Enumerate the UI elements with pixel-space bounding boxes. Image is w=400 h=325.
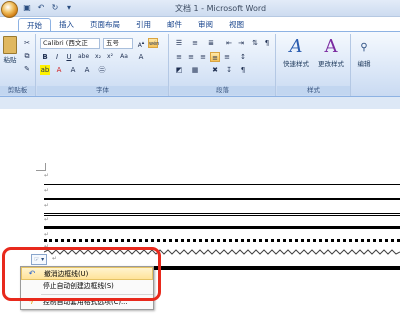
quick-styles-icon: A bbox=[289, 36, 303, 57]
italic-button[interactable]: I bbox=[52, 52, 62, 62]
quick-styles-button[interactable]: A 快速样式 bbox=[279, 36, 313, 68]
clipboard-group: 粘贴 ✂ ⧉ ✎ 剪贴板 bbox=[0, 34, 36, 96]
underline-button[interactable]: U bbox=[64, 52, 74, 62]
numbering-icon[interactable]: ≡ bbox=[190, 38, 200, 48]
window-title: 文档 1 - Microsoft Word bbox=[175, 4, 267, 13]
change-styles-button[interactable]: A 更改样式 bbox=[314, 36, 348, 68]
strikethrough-icon[interactable]: abe bbox=[78, 52, 89, 62]
show-marks-icon[interactable]: ¶ bbox=[262, 38, 272, 48]
phonetic-guide-button[interactable]: wén bbox=[148, 38, 159, 48]
superscript-icon[interactable]: x² bbox=[105, 52, 115, 62]
tab-view[interactable]: 视图 bbox=[221, 18, 252, 32]
border-line-heavy bbox=[44, 226, 400, 229]
paragraph-mark: ↵ bbox=[44, 216, 50, 223]
binoculars-icon: ⚲ bbox=[360, 42, 368, 53]
paragraph-mark: ↵ bbox=[44, 187, 50, 194]
font-size-select[interactable]: 五号 bbox=[103, 38, 133, 49]
clipboard-group-label: 剪贴板 bbox=[0, 86, 35, 95]
increase-indent-icon[interactable]: ⇥ bbox=[236, 38, 246, 48]
font-color-icon[interactable]: A bbox=[54, 65, 64, 75]
customize-qat-icon[interactable]: ▾ bbox=[64, 3, 74, 13]
paragraph-group-label: 段落 bbox=[170, 86, 275, 95]
tab-home[interactable]: 开始 bbox=[18, 18, 51, 32]
align-center-icon[interactable]: ≡ bbox=[186, 52, 196, 62]
format-painter-icon[interactable]: ✎ bbox=[22, 64, 32, 74]
justify-button[interactable]: ≡ bbox=[210, 52, 220, 62]
border-line-thin bbox=[44, 184, 400, 185]
paragraph-mark: ↵ bbox=[44, 231, 50, 238]
borders-icon[interactable]: ▦ bbox=[190, 65, 200, 75]
decrease-indent-icon[interactable]: ⇤ bbox=[224, 38, 234, 48]
tab-references[interactable]: 引用 bbox=[128, 18, 159, 32]
font-group-label: 字体 bbox=[37, 86, 168, 95]
styles-group: A 快速样式 A 更改样式 样式 bbox=[277, 34, 351, 96]
paragraph-mark: ↵ bbox=[44, 172, 50, 179]
paragraph-group: ☰ ≡ ≣ ⇤ ⇥ ⇅ ¶ ≡ ≡ ≡ ≡ ≡ ↕ ◩ ▦ ✖ ↧ ¶ 段落 bbox=[170, 34, 276, 96]
quick-access-toolbar: ▣ ↶ ↻ ▾ bbox=[22, 3, 74, 13]
char-shading-icon[interactable]: A bbox=[68, 65, 78, 75]
paragraph-marks-icon[interactable]: ¶ bbox=[238, 65, 248, 75]
cut-icon[interactable]: ✂ bbox=[22, 38, 32, 48]
highlight-color-icon[interactable]: ab bbox=[40, 65, 50, 75]
highlight-annotation-box bbox=[2, 247, 161, 301]
page-corner-mark bbox=[36, 163, 46, 171]
change-case-icon[interactable]: Aa bbox=[119, 52, 129, 62]
editing-group: ⚲ 编辑 bbox=[352, 34, 376, 96]
tab-insert[interactable]: 插入 bbox=[51, 18, 82, 32]
subscript-icon[interactable]: x₂ bbox=[93, 52, 103, 62]
ribbon-tabs: 开始 插入 页面布局 引用 邮件 审阅 视图 bbox=[18, 18, 252, 32]
undo-icon[interactable]: ↶ bbox=[36, 3, 46, 13]
change-styles-icon: A bbox=[324, 36, 338, 57]
align-left-icon[interactable]: ≡ bbox=[174, 52, 184, 62]
copy-icon[interactable]: ⧉ bbox=[22, 51, 32, 61]
distributed-icon[interactable]: ≡ bbox=[222, 52, 232, 62]
font-name-select[interactable]: Calibri (西文正 bbox=[40, 38, 100, 49]
grow-font-icon[interactable]: A▴ bbox=[136, 38, 146, 49]
office-button[interactable] bbox=[1, 1, 18, 18]
bullets-icon[interactable]: ☰ bbox=[174, 38, 184, 48]
paragraph-mark: ↵ bbox=[44, 202, 50, 209]
tab-review[interactable]: 审阅 bbox=[190, 18, 221, 32]
save-icon[interactable]: ▣ bbox=[22, 3, 32, 13]
chinese-layout-icon[interactable]: ✖ bbox=[210, 65, 220, 75]
border-line-dotted bbox=[44, 239, 400, 242]
font-group: Calibri (西文正 五号 A▴ wén B I U abe x₂ x² A… bbox=[37, 34, 169, 96]
border-line-new bbox=[154, 266, 400, 270]
ribbon: 粘贴 ✂ ⧉ ✎ 剪贴板 Calibri (西文正 五号 A▴ wén B I … bbox=[0, 31, 400, 97]
paste-icon bbox=[3, 36, 17, 54]
ruler-area bbox=[0, 97, 400, 109]
editing-button[interactable]: ⚲ 编辑 bbox=[353, 38, 375, 68]
sort-icon[interactable]: ⇅ bbox=[250, 38, 260, 48]
multilevel-list-icon[interactable]: ≣ bbox=[206, 38, 216, 48]
tab-page-layout[interactable]: 页面布局 bbox=[82, 18, 128, 32]
sort-ascending-icon[interactable]: ↧ bbox=[224, 65, 234, 75]
align-right-icon[interactable]: ≡ bbox=[198, 52, 208, 62]
shading-icon[interactable]: ◩ bbox=[174, 65, 184, 75]
char-border-icon[interactable]: A bbox=[82, 65, 92, 75]
styles-group-label: 样式 bbox=[277, 86, 350, 95]
bold-button[interactable]: B bbox=[40, 52, 50, 62]
tab-mailings[interactable]: 邮件 bbox=[159, 18, 190, 32]
clear-format-icon[interactable]: A bbox=[136, 52, 146, 62]
paste-button[interactable]: 粘贴 bbox=[0, 36, 20, 64]
border-line-double bbox=[44, 213, 400, 216]
enclose-char-icon[interactable]: ㊁ bbox=[97, 65, 107, 75]
border-line-thick bbox=[44, 198, 400, 200]
title-bar: ▣ ↶ ↻ ▾ 文档 1 - Microsoft Word bbox=[0, 0, 400, 18]
redo-icon[interactable]: ↻ bbox=[50, 3, 60, 13]
line-spacing-icon[interactable]: ↕ bbox=[238, 52, 248, 62]
